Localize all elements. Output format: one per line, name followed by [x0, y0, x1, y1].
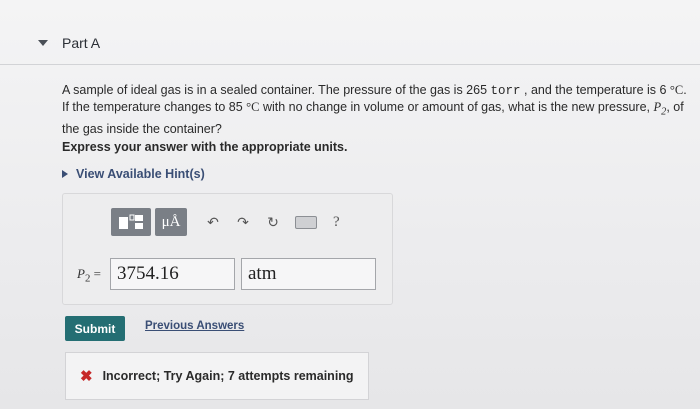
- answer-box: μÅ ↶ ↷ ↻ ? P2 = 3754.16 atm: [62, 193, 393, 305]
- chevron-down-icon: [38, 40, 48, 46]
- x-icon: ✖: [80, 368, 93, 385]
- feedback-box: ✖ Incorrect; Try Again; 7 attempts remai…: [65, 352, 369, 400]
- divider: [0, 64, 700, 65]
- redo-icon[interactable]: ↷: [235, 214, 251, 231]
- undo-icon[interactable]: ↶: [205, 214, 221, 231]
- templates-button[interactable]: [111, 208, 151, 236]
- answer-variable-label: P2 =: [77, 266, 101, 285]
- help-button[interactable]: ?: [333, 214, 340, 231]
- view-hints-link[interactable]: View Available Hint(s): [62, 167, 205, 181]
- templates-icon: [119, 214, 143, 229]
- part-a-toggle[interactable]: Part A: [38, 32, 100, 54]
- answer-units-input[interactable]: atm: [241, 258, 376, 290]
- keyboard-icon[interactable]: [295, 215, 317, 229]
- question-text: A sample of ideal gas is in a sealed con…: [62, 83, 687, 136]
- view-hints-label: View Available Hint(s): [76, 167, 205, 181]
- instruction: Express your answer with the appropriate…: [62, 140, 348, 154]
- page: Part A A sample of ideal gas is in a sea…: [0, 0, 700, 409]
- math-toolbar: μÅ ↶ ↷ ↻ ?: [111, 208, 340, 236]
- chevron-right-icon: [62, 170, 68, 178]
- reset-icon[interactable]: ↻: [265, 214, 281, 231]
- units-button[interactable]: μÅ: [155, 208, 187, 236]
- part-title: Part A: [62, 35, 101, 51]
- feedback-text: Incorrect; Try Again; 7 attempts remaini…: [102, 369, 354, 383]
- answer-value-input[interactable]: 3754.16: [110, 258, 235, 290]
- previous-answers-link[interactable]: Previous Answers: [145, 320, 244, 332]
- submit-button[interactable]: Submit: [65, 316, 125, 341]
